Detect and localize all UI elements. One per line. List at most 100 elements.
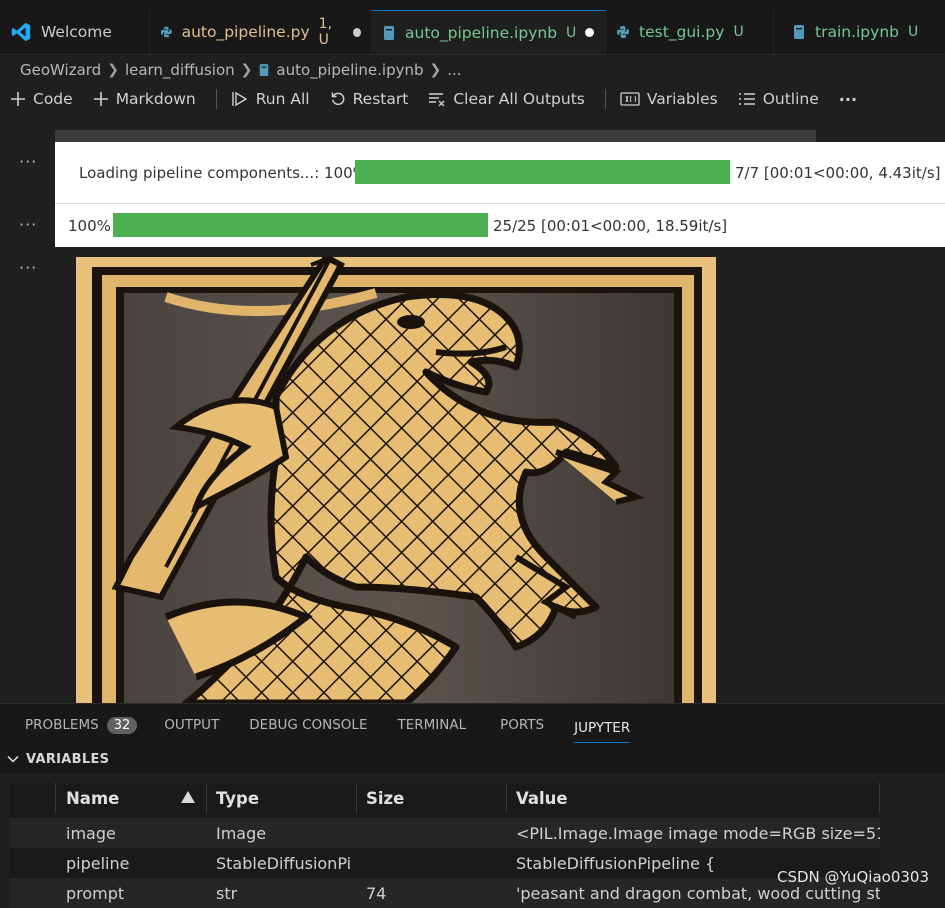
tab-output-label: OUTPUT — [164, 717, 220, 733]
tab-test-gui-py[interactable]: test_gui.py U — [606, 10, 774, 54]
progress-suffix: 7/7 [00:01<00:00, 4.43it/s] — [735, 164, 941, 182]
variables-icon — [620, 92, 640, 106]
run-all-button[interactable]: Run All — [231, 90, 310, 108]
more-actions-icon[interactable]: ··· — [839, 90, 857, 109]
tab-auto-pipeline-ipynb[interactable]: auto_pipeline.ipynb U — [372, 10, 606, 54]
tab-debug-console-label: DEBUG CONSOLE — [249, 717, 368, 733]
variable-name: prompt — [66, 883, 125, 903]
tab-welcome[interactable]: Welcome — [0, 10, 150, 54]
variable-row[interactable]: pipeline StableDiffusionPi StableDiffusi… — [10, 848, 880, 878]
cell-output-menu-icon[interactable]: ··· — [19, 152, 37, 171]
cell-output-menu-icon[interactable]: ··· — [19, 258, 37, 277]
tab-ports-label: PORTS — [500, 717, 545, 733]
variable-size: 74 — [366, 883, 387, 903]
breadcrumb-item[interactable]: learn_diffusion — [125, 61, 235, 79]
python-icon — [617, 26, 629, 38]
tab-problems[interactable]: PROBLEMS 32 — [25, 704, 138, 746]
variable-name: pipeline — [66, 853, 130, 873]
variables-header-row: Name Type Size Value — [10, 783, 880, 813]
python-icon — [160, 26, 172, 38]
notebook-toolbar: Code Markdown Run All Restart Clear All … — [10, 86, 857, 112]
chevron-down-icon — [7, 755, 19, 763]
plus-icon — [93, 92, 108, 106]
notebook-scroll-edge — [55, 130, 816, 142]
add-markdown-button[interactable]: Markdown — [93, 90, 196, 108]
outline-button[interactable]: Outline — [738, 90, 819, 108]
tab-output[interactable]: OUTPUT — [164, 704, 219, 746]
toolbar-divider — [215, 89, 217, 109]
notebook-icon — [260, 64, 269, 76]
generated-image — [76, 257, 716, 703]
add-code-button[interactable]: Code — [10, 90, 73, 108]
variables-section-header[interactable]: VARIABLES — [0, 745, 945, 773]
tab-ports[interactable]: PORTS — [500, 704, 544, 746]
variable-type: Image — [216, 823, 267, 843]
add-markdown-label: Markdown — [115, 90, 196, 108]
variable-name: image — [66, 823, 116, 843]
add-code-label: Code — [33, 90, 73, 108]
chevron-right-icon: ❯ — [429, 62, 442, 78]
variables-button[interactable]: Variables — [620, 90, 718, 108]
breadcrumb: GeoWizard ❯ learn_diffusion ❯ auto_pipel… — [20, 58, 462, 82]
watermark: CSDN @YuQiao0303 — [777, 868, 929, 886]
tab-label: auto_pipeline.ipynb — [405, 23, 558, 42]
column-header-name[interactable]: Name — [66, 789, 119, 808]
variable-type: str — [216, 883, 238, 903]
tab-label: train.ipynb — [815, 23, 899, 41]
tab-terminal[interactable]: TERMINAL — [397, 704, 466, 746]
breadcrumb-item[interactable]: auto_pipeline.ipynb — [276, 61, 423, 79]
progress-prefix: 100% — [68, 217, 111, 235]
column-header-value[interactable]: Value — [516, 789, 568, 808]
tab-label: Welcome — [41, 23, 112, 41]
tab-train-ipynb[interactable]: train.ipynb U — [774, 10, 945, 54]
panel-tabs: PROBLEMS 32 OUTPUT DEBUG CONSOLE TERMINA… — [0, 703, 945, 746]
variables-grid: Name Type Size Value image Image <PIL.Im… — [10, 783, 880, 908]
inference-progress-output: 100% 25/25 [00:01<00:00, 18.59it/s] — [55, 203, 945, 247]
tab-label: auto_pipeline.py — [181, 23, 310, 41]
editor-tab-bar: Welcome auto_pipeline.py 1, U auto_pipel… — [0, 0, 945, 55]
variable-row[interactable]: prompt str 74 'peasant and dragon combat… — [10, 878, 880, 908]
progress-prefix: Loading pipeline components...: 100% — [79, 164, 367, 182]
clear-all-outputs-button[interactable]: Clear All Outputs — [428, 90, 585, 108]
column-header-type[interactable]: Type — [216, 789, 259, 808]
chevron-right-icon: ❯ — [240, 62, 253, 78]
tab-status: U — [733, 24, 744, 40]
column-header-size[interactable]: Size — [366, 789, 404, 808]
outline-label: Outline — [762, 90, 819, 108]
tab-label: test_gui.py — [639, 23, 725, 41]
restart-label: Restart — [352, 90, 409, 108]
clear-outputs-icon — [429, 93, 445, 107]
sort-ascending-icon[interactable] — [180, 790, 196, 804]
outline-icon — [738, 93, 755, 105]
progress-bar-fill — [355, 160, 730, 184]
tab-debug-console[interactable]: DEBUG CONSOLE — [249, 704, 367, 746]
cell-output-menu-icon[interactable]: ··· — [19, 215, 37, 234]
unsaved-dot-icon[interactable] — [352, 27, 361, 37]
variable-value: 'peasant and dragon combat, wood cutting… — [516, 883, 880, 903]
tab-jupyter-label: JUPYTER — [574, 719, 631, 736]
variables-title: VARIABLES — [26, 751, 110, 767]
run-all-icon — [232, 91, 248, 107]
variable-value: <PIL.Image.Image image mode=RGB size=512 — [516, 823, 880, 843]
variable-row[interactable]: image Image <PIL.Image.Image image mode=… — [10, 818, 880, 848]
progress-bar-fill — [113, 213, 488, 237]
run-all-label: Run All — [255, 90, 310, 108]
restart-button[interactable]: Restart — [330, 90, 409, 108]
plus-icon — [11, 92, 25, 106]
variable-type: StableDiffusionPi — [216, 853, 351, 873]
tab-auto-pipeline-py[interactable]: auto_pipeline.py 1, U — [150, 10, 372, 54]
breadcrumb-item[interactable]: ... — [447, 61, 461, 79]
progress-suffix: 25/25 [00:01<00:00, 18.59it/s] — [493, 217, 728, 235]
tab-terminal-label: TERMINAL — [397, 717, 467, 733]
problems-count-badge: 32 — [106, 716, 138, 734]
tab-jupyter[interactable]: JUPYTER — [574, 713, 631, 743]
notebook-icon — [794, 25, 804, 39]
tab-status: 1, U — [318, 16, 333, 48]
tab-problems-label: PROBLEMS — [25, 717, 99, 733]
unsaved-dot-icon[interactable] — [585, 28, 595, 37]
pipeline-loading-output: Loading pipeline components...: 100% 7/7… — [55, 142, 945, 203]
chevron-right-icon: ❯ — [107, 62, 119, 78]
breadcrumb-item[interactable]: GeoWizard — [20, 61, 101, 79]
vscode-logo-icon — [11, 22, 31, 42]
notebook-icon — [384, 25, 394, 40]
